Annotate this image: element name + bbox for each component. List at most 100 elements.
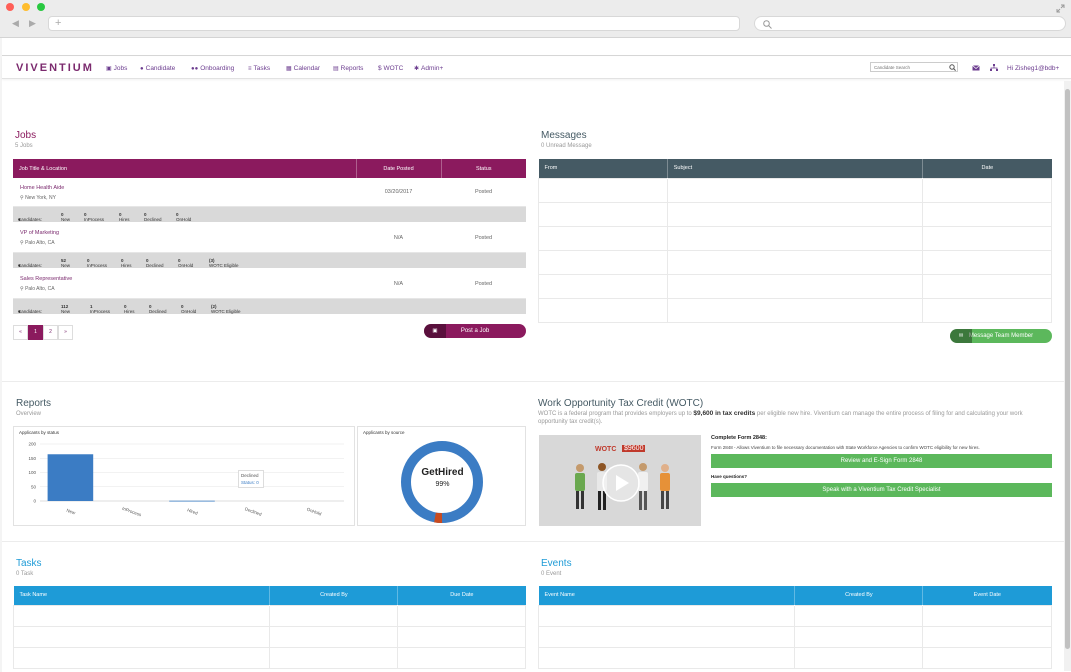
cand-declined[interactable]: Declined 0 [149, 304, 167, 314]
user-icon: ● [140, 66, 144, 72]
candidates-bar: ● Candidates: New 0 InProcess 0 Hires 0 … [13, 207, 526, 222]
job-location-text: Palo Alto, CA [25, 240, 55, 246]
messages-table: From Subject Date [538, 159, 1052, 323]
cand-hires[interactable]: Hires 0 [124, 304, 135, 314]
col-due-date[interactable]: Due Date [398, 586, 526, 605]
post-a-job-label: Post a Job [460, 328, 490, 334]
cand-inprocess[interactable]: InProcess 0 [87, 258, 107, 268]
candidates-bar: ● Candidates: New 52 InProcess 0 Hires 0… [13, 253, 526, 268]
nav-calendar[interactable]: ▦ Calendar [286, 65, 320, 72]
cand-declined-label: Declined [149, 309, 167, 314]
cand-hires-label: Hires [124, 309, 135, 314]
x-tick-label: OnHold [306, 507, 323, 517]
message-cell [922, 273, 1052, 299]
bar-hired[interactable] [169, 500, 215, 502]
task-row [12, 604, 526, 627]
search-icon[interactable] [949, 64, 956, 71]
candidates-bar: ● Candidates: New 112 InProcess 1 Hires … [13, 299, 526, 314]
fullscreen-icon[interactable] [1056, 4, 1065, 13]
minimize-window-button[interactable] [22, 3, 30, 11]
message-cell [666, 201, 924, 227]
section-divider [2, 541, 1064, 542]
cand-inprocess[interactable]: InProcess 0 [84, 212, 104, 222]
task-row [12, 625, 526, 648]
bar-new[interactable] [47, 454, 94, 501]
close-window-button[interactable] [6, 3, 14, 11]
y-tick-label: 0 [33, 499, 36, 504]
cand-onhold[interactable]: OnHold 0 [181, 304, 196, 314]
back-icon[interactable]: ◀ [12, 18, 19, 29]
viventium-logo[interactable]: VIVENTIUM [16, 62, 94, 74]
nav-jobs[interactable]: ▣ Jobs [106, 65, 127, 72]
nav-reports[interactable]: ▤ Reports [333, 65, 363, 72]
job-date: N/A [393, 235, 404, 241]
nav-candidate[interactable]: ● Candidate [140, 65, 175, 72]
cand-hires[interactable]: Hires 0 [119, 212, 130, 222]
review-esign-form-button[interactable]: Review and E-Sign Form 2848 [711, 454, 1052, 468]
browser-search-input[interactable] [754, 16, 1066, 31]
page-scrollbar[interactable] [1064, 81, 1071, 671]
cand-onhold[interactable]: OnHold 0 [176, 212, 191, 222]
col-created-by[interactable]: Created By [269, 586, 399, 605]
job-title-link[interactable]: VP of Marketing [20, 230, 59, 236]
cand-wotc[interactable]: WOTC Eligible (2) [211, 304, 241, 314]
sitemap-icon[interactable] [990, 64, 998, 72]
cand-new[interactable]: New 0 [61, 212, 70, 222]
new-tab-icon[interactable]: + [55, 17, 61, 29]
nav-tasks-label: Tasks [253, 65, 271, 72]
nav-wotc[interactable]: $ WOTC [378, 65, 403, 72]
col-status[interactable]: Status [441, 159, 526, 178]
col-event-date[interactable]: Event Date [923, 586, 1052, 605]
col-date[interactable]: Date [923, 159, 1052, 178]
col-job-title[interactable]: Job Title & Location [13, 159, 357, 178]
cand-new[interactable]: New 52 [61, 258, 70, 268]
pagination-page-2[interactable]: 2 [43, 325, 58, 340]
event-cell [922, 604, 1052, 627]
nav-onboarding[interactable]: ●● Onboarding [191, 65, 234, 72]
message-team-member-button[interactable]: ✉ Message Team Member [950, 329, 1052, 343]
forward-icon[interactable]: ▶ [29, 18, 36, 29]
events-table: Event Name Created By Event Date [537, 586, 1052, 669]
cand-inprocess[interactable]: InProcess 1 [90, 304, 110, 314]
speak-with-specialist-button[interactable]: Speak with a Viventium Tax Credit Specia… [711, 483, 1052, 497]
wotc-desc-bold: $9,600 in tax credits [693, 410, 756, 417]
cand-declined[interactable]: Declined 0 [146, 258, 164, 268]
cand-hires[interactable]: Hires 0 [121, 258, 132, 268]
job-row[interactable]: Home Health Aide ⚲ New York, NY 03/20/20… [13, 178, 526, 207]
browser-toolbar: ◀ ▶ + [0, 0, 1071, 38]
pagination-prev[interactable]: « [13, 325, 28, 340]
pagination-next[interactable]: » [58, 325, 73, 340]
donut-slice-other[interactable] [434, 512, 443, 524]
scrollbar-thumb[interactable] [1065, 89, 1070, 649]
cand-declined[interactable]: Declined 0 [144, 212, 162, 222]
wotc-video[interactable]: WOTC $9600 [539, 435, 701, 526]
nav-tasks[interactable]: ≡ Tasks [248, 65, 270, 72]
candidate-search-input[interactable] [870, 62, 958, 72]
col-created-by[interactable]: Created By [794, 586, 924, 605]
cand-onhold[interactable]: OnHold 0 [178, 258, 193, 268]
pagination-page-1[interactable]: 1 [28, 325, 43, 340]
col-task-name[interactable]: Task Name [13, 586, 271, 605]
message-cell [922, 225, 1052, 251]
job-row[interactable]: Sales Representative ⚲ Palo Alto, CA N/A… [13, 268, 526, 299]
maximize-window-button[interactable] [37, 3, 45, 11]
cand-new[interactable]: New 112 [61, 304, 70, 314]
post-a-job-button[interactable]: ▣ Post a Job [424, 324, 526, 338]
col-event-name[interactable]: Event Name [538, 586, 796, 605]
col-date-posted[interactable]: Date Posted [356, 159, 442, 178]
event-cell [794, 646, 924, 669]
messages-count: 0 Unread Message [541, 143, 592, 149]
nav-admin[interactable]: ✱ Admin+ [414, 65, 443, 72]
message-cell [666, 297, 924, 323]
envelope-icon[interactable] [972, 65, 980, 71]
job-title-link[interactable]: Home Health Aide [20, 185, 64, 191]
address-bar[interactable]: + [48, 16, 740, 31]
col-subject[interactable]: Subject [667, 159, 924, 178]
job-row[interactable]: VP of Marketing ⚲ Palo Alto, CA N/A Post… [13, 222, 526, 253]
job-title-link[interactable]: Sales Representative [20, 276, 72, 282]
col-from[interactable]: From [538, 159, 668, 178]
message-row [538, 201, 1052, 227]
user-menu[interactable]: Hi Zisheg1@bdb+ [1007, 65, 1059, 72]
nav-wotc-label: WOTC [383, 65, 404, 72]
cand-wotc[interactable]: WOTC Eligible (3) [209, 258, 239, 268]
